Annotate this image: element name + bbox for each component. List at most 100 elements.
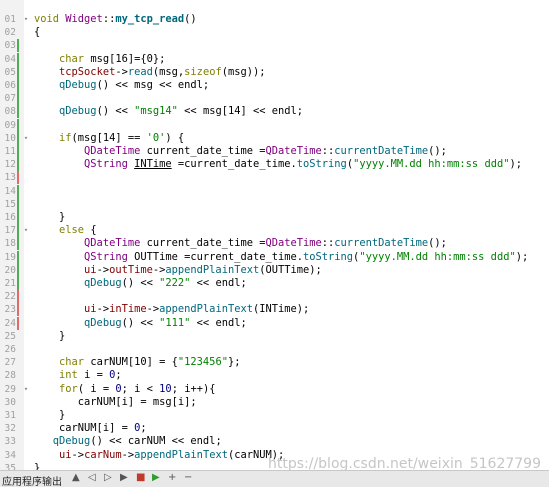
- collapse-icon[interactable]: ▾: [21, 13, 31, 26]
- line-number: 31: [4, 410, 16, 421]
- line-number: 21: [4, 278, 16, 289]
- code-line[interactable]: 24 qDebug() << "111" << endl;: [0, 316, 549, 330]
- code-line[interactable]: 05 tcpSocket->read(msg,sizeof(msg));: [0, 65, 549, 79]
- code-text: char msg[16]={0};: [59, 52, 166, 65]
- code-line[interactable]: 25 }: [0, 330, 549, 343]
- code-line[interactable]: 07: [0, 92, 549, 106]
- code-line[interactable]: 26: [0, 343, 549, 356]
- change-added-marker: [17, 39, 19, 53]
- code-text: qDebug() << "msg14" << msg[14] << endl;: [59, 105, 304, 118]
- change-added-marker: [17, 79, 19, 92]
- line-number: 34: [4, 449, 16, 461]
- code-editor[interactable]: 01 ▾ void Widget::my_tcp_read() 02 {03 04 cha…: [0, 0, 549, 470]
- code-text: qDebug() << "222" << endl;: [84, 277, 247, 289]
- code-text: ui->outTime->appendPlainText(OUTTime);: [84, 263, 322, 276]
- code-line[interactable]: 18 QDateTime current_date_time =QDateTim…: [0, 237, 549, 251]
- code-text: QDateTime current_date_time =QDateTime::…: [84, 145, 447, 157]
- line-number: 06: [4, 80, 16, 91]
- code-text: carNUM[i] = msg[i];: [34, 395, 197, 408]
- stop-icon[interactable]: ■: [136, 472, 145, 483]
- code-line[interactable]: 04 char msg[16]={0};: [0, 52, 549, 66]
- code-text: QString INTime =current_date_time.toStri…: [84, 158, 522, 171]
- change-added-marker: [17, 250, 19, 264]
- change-added-marker: [17, 65, 19, 79]
- debug-run-icon[interactable]: ▶: [152, 472, 160, 483]
- change-added-marker: [17, 184, 19, 198]
- run-icon[interactable]: ▶: [120, 472, 128, 483]
- code-text: }: [34, 409, 66, 421]
- minimize-icon[interactable]: −: [184, 472, 192, 483]
- code-line[interactable]: 09: [0, 118, 549, 132]
- code-line[interactable]: 29 ▾ for( i = 0; i < 10; i++){: [0, 383, 549, 396]
- code-line[interactable]: 28 int i = 0;: [0, 369, 549, 382]
- right-arrow-icon[interactable]: ▷: [104, 472, 112, 483]
- change-added-marker: [17, 118, 19, 132]
- change-added-marker: [17, 277, 19, 290]
- code-text: if(msg[14] == '0') {: [59, 131, 185, 144]
- code-text: carNUM[i] = 0;: [34, 422, 147, 435]
- line-number: 32: [4, 423, 16, 435]
- change-added-marker: [17, 263, 19, 277]
- code-text: }: [34, 329, 66, 342]
- line-number: 24: [4, 317, 16, 329]
- line-number: 19: [4, 251, 16, 263]
- code-text: }: [34, 461, 41, 470]
- code-text: qDebug() << msg << endl;: [59, 79, 210, 91]
- line-number: 25: [4, 330, 16, 342]
- code-text: for( i = 0; i < 10; i++){: [59, 382, 216, 395]
- code-line[interactable]: 02 {: [0, 26, 549, 39]
- change-added-marker: [17, 145, 19, 158]
- code-text: {: [34, 26, 41, 39]
- code-text: ui->inTime->appendPlainText(INTime);: [84, 303, 310, 316]
- collapse-icon[interactable]: ▾: [21, 224, 31, 237]
- code-line[interactable]: 12 QString INTime =current_date_time.toS…: [0, 158, 549, 172]
- line-number: 13: [4, 172, 16, 184]
- code-line[interactable]: 31 }: [0, 409, 549, 422]
- change-added-marker: [17, 52, 19, 66]
- code-line[interactable]: 15: [0, 197, 549, 211]
- code-text: }: [34, 211, 66, 223]
- code-line[interactable]: 17 ▾ else {: [0, 224, 549, 238]
- collapse-icon[interactable]: ▾: [21, 132, 31, 145]
- code-line[interactable]: 08 qDebug() << "msg14" << msg[14] << end…: [0, 105, 549, 119]
- line-number: 17: [4, 225, 16, 237]
- code-text: tcpSocket->read(msg,sizeof(msg));: [59, 65, 266, 78]
- code-text: QString OUTTime =current_date_time.toStr…: [84, 250, 529, 263]
- code-line[interactable]: 03: [0, 39, 549, 53]
- change-added-marker: [17, 211, 19, 224]
- line-number: 02: [4, 27, 16, 39]
- up-arrow-icon[interactable]: ▲: [72, 472, 80, 483]
- code-line[interactable]: 20 ui->outTime->appendPlainText(OUTTime)…: [0, 263, 549, 277]
- code-line[interactable]: 23 ui->inTime->appendPlainText(INTime);: [0, 303, 549, 317]
- code-line[interactable]: 01 ▾ void Widget::my_tcp_read(): [0, 13, 549, 26]
- code-line[interactable]: 10 ▾ if(msg[14] == '0') {: [0, 131, 549, 145]
- line-number: 27: [4, 357, 16, 369]
- code-text: qDebug() << "111" << endl;: [84, 316, 247, 329]
- line-number: 05: [4, 66, 16, 78]
- left-arrow-icon[interactable]: ◁: [88, 472, 96, 483]
- code-line[interactable]: 11 QDateTime current_date_time =QDateTim…: [0, 145, 549, 158]
- code-text: qDebug() << carNUM << endl;: [52, 435, 222, 448]
- code-line[interactable]: 33 qDebug() << carNUM << endl;: [0, 435, 549, 448]
- line-number: 33: [4, 436, 16, 448]
- code-line[interactable]: 06 qDebug() << msg << endl;: [0, 79, 549, 92]
- code-line[interactable]: 32 carNUM[i] = 0;: [0, 422, 549, 435]
- line-number: 14: [4, 185, 16, 197]
- change-added-marker: [17, 105, 19, 119]
- code-line[interactable]: 16 }: [0, 211, 549, 224]
- code-line[interactable]: 19 QString OUTTime =current_date_time.to…: [0, 250, 549, 264]
- line-number: 04: [4, 53, 16, 65]
- code-line[interactable]: 13: [0, 171, 549, 185]
- code-line[interactable]: 14: [0, 184, 549, 198]
- line-number: 29: [4, 383, 16, 395]
- code-text: QDateTime current_date_time =QDateTime::…: [84, 237, 447, 250]
- line-number: 22: [4, 291, 16, 303]
- add-icon[interactable]: +: [168, 472, 176, 483]
- code-line[interactable]: 27 char carNUM[10] = {"123456"};: [0, 356, 549, 369]
- code-line[interactable]: 22: [0, 290, 549, 304]
- code-text: int i = 0;: [59, 369, 122, 382]
- code-line[interactable]: 21 qDebug() << "222" << endl;: [0, 277, 549, 290]
- code-line[interactable]: 30 carNUM[i] = msg[i];: [0, 396, 549, 409]
- change-added-marker: [17, 158, 19, 172]
- collapse-icon[interactable]: ▾: [21, 383, 31, 396]
